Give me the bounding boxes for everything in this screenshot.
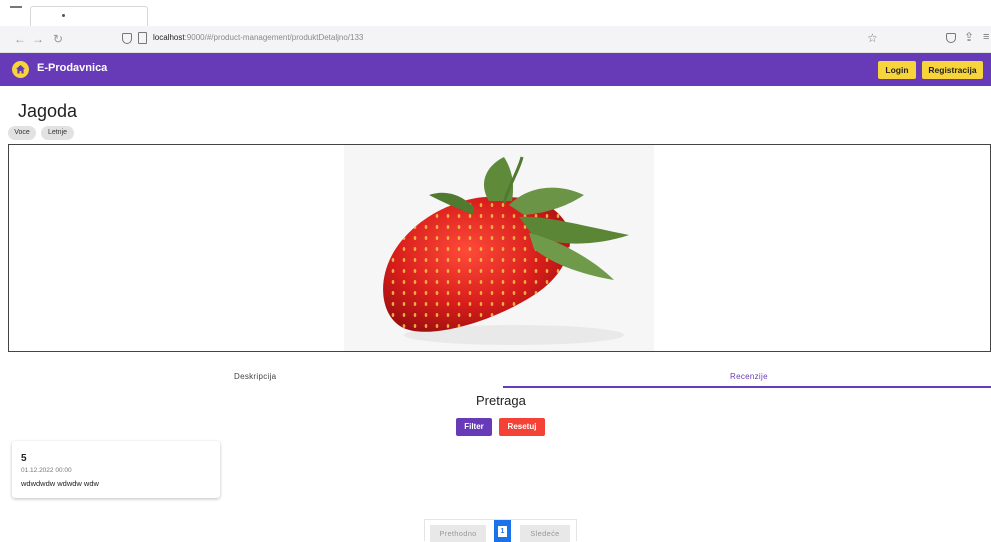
bookmark-star-icon[interactable]: ☆	[867, 31, 878, 45]
app-toolbar: E-Prodavnica Login Registracija	[0, 53, 991, 86]
active-tab-indicator	[503, 386, 991, 388]
forward-icon[interactable]: →	[30, 31, 46, 47]
tab-reviews[interactable]: Recenzije	[730, 372, 768, 381]
review-date: 01.12.2022 00:00	[21, 467, 72, 474]
browser-tab[interactable]	[30, 6, 148, 26]
tab-loading-icon	[62, 14, 65, 17]
product-title: Jagoda	[18, 101, 78, 121]
current-page-number: 1	[498, 526, 507, 537]
browser-tab-strip	[0, 0, 991, 26]
extensions-icon[interactable]: ⇪	[964, 30, 974, 44]
url-host: localhost	[153, 33, 185, 42]
filter-button[interactable]: Filter	[456, 418, 492, 436]
pagination: Prethodno 1 Sledeće	[424, 519, 577, 542]
app-menu-icon[interactable]: ≡	[983, 31, 989, 43]
browser-address-bar: ← → ↻ localhost:9000/#/product-managemen…	[0, 26, 991, 53]
review-rating: 5	[21, 453, 27, 464]
review-card: 5 01.12.2022 00:00 wdwdwdw wdwdw wdw	[12, 441, 220, 498]
back-icon[interactable]: ←	[12, 31, 28, 47]
brand-title[interactable]: E-Prodavnica	[37, 62, 107, 74]
tracking-shield-icon[interactable]	[122, 33, 132, 44]
home-button[interactable]	[12, 61, 29, 78]
previous-page-button[interactable]: Prethodno	[430, 525, 486, 542]
next-page-button[interactable]: Sledeće	[520, 525, 570, 542]
page-info-icon[interactable]	[138, 32, 147, 44]
strawberry-image	[383, 156, 629, 345]
product-image	[344, 145, 654, 351]
url-field[interactable]: localhost:9000/#/product-management/prod…	[153, 33, 363, 42]
tab-description[interactable]: Deskripcija	[234, 372, 276, 381]
pocket-icon[interactable]	[946, 33, 956, 43]
tab-list-icon[interactable]	[10, 6, 22, 8]
product-image-frame	[8, 144, 991, 352]
review-text: wdwdwdw wdwdw wdw	[21, 479, 99, 488]
home-icon	[16, 65, 25, 74]
tag-chip[interactable]: Letnje	[41, 126, 74, 140]
url-path: :9000/#/product-management/produktDetalj…	[184, 33, 364, 42]
register-button[interactable]: Registracija	[922, 61, 983, 79]
login-button[interactable]: Login	[878, 61, 916, 79]
reset-button[interactable]: Resetuj	[499, 418, 545, 436]
search-title: Pretraga	[476, 393, 526, 408]
reload-icon[interactable]: ↻	[50, 31, 66, 47]
tag-chip[interactable]: Voce	[8, 126, 36, 140]
